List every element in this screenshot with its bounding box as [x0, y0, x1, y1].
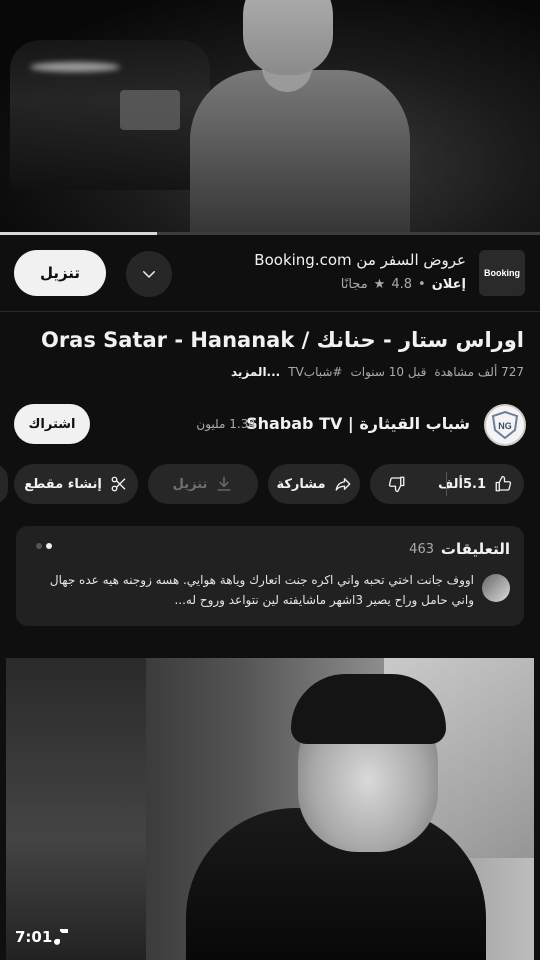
- chevron-down-icon: [143, 271, 155, 278]
- subscribe-button[interactable]: اشتراك: [14, 404, 90, 444]
- like-divider: [446, 472, 447, 496]
- scissors-icon: [111, 476, 126, 492]
- svg-text:NG: NG: [498, 421, 512, 431]
- view-count: 727 ألف مشاهدة: [434, 365, 524, 379]
- video-frame-window: [120, 90, 180, 130]
- carousel-dot-active: [46, 543, 52, 549]
- comments-count: 463: [409, 542, 434, 557]
- ad-meta: إعلان • 4.8 ★ مجانًا: [341, 277, 466, 292]
- ad-separator: •: [418, 277, 426, 292]
- ad-label: إعلان: [431, 277, 466, 292]
- status-bar-time: 7:01: [15, 928, 53, 946]
- video-frame-person: [190, 70, 410, 234]
- carousel-dots: [36, 543, 52, 549]
- expand-ad-button[interactable]: [126, 251, 172, 297]
- carousel-dot: [36, 543, 42, 549]
- upload-age: قبل 10 سنوات: [350, 365, 427, 379]
- star-icon: ★: [373, 277, 386, 292]
- thumbs-down-icon[interactable]: [388, 475, 406, 493]
- thumbnail-person-hair: [291, 674, 446, 744]
- video-frame-car: [10, 40, 210, 190]
- ad-rating: 4.8: [391, 277, 413, 292]
- ad-install-button[interactable]: تنزيل: [14, 250, 106, 296]
- commenter-avatar: [482, 574, 510, 602]
- next-video-thumbnail[interactable]: [6, 658, 534, 960]
- share-label: مشاركة: [276, 476, 326, 492]
- video-meta[interactable]: 727 ألف مشاهدة قبل 10 سنوات #شبابTV ...ا…: [231, 365, 524, 379]
- channel-row: NG شباب القيثارة | Shabab TV 1.34 مليون …: [0, 400, 540, 450]
- action-chips: 5.1ألف مشاركة تنزيل إنشاء مقطع: [0, 464, 540, 504]
- share-button[interactable]: مشاركة: [268, 464, 360, 504]
- hashtag-link[interactable]: #شبابTV: [288, 365, 342, 379]
- shield-logo-icon: NG: [491, 410, 519, 440]
- channel-avatar[interactable]: NG: [484, 404, 526, 446]
- subscriber-count: 1.34 مليون: [196, 417, 256, 431]
- video-progress-fill: [0, 232, 157, 235]
- video-progress-bar[interactable]: [0, 232, 540, 235]
- video-frame-head: [243, 0, 333, 75]
- thumbnail-background-left: [6, 658, 146, 960]
- like-dislike-chip[interactable]: 5.1ألف: [370, 464, 524, 504]
- channel-name[interactable]: شباب القيثارة | Shabab TV: [246, 414, 470, 433]
- download-icon: [217, 476, 232, 491]
- booking-logo: Booking: [479, 250, 525, 296]
- clip-label: إنشاء مقطع: [24, 476, 102, 492]
- download-label: تنزيل: [172, 476, 208, 492]
- ad-price: مجانًا: [340, 277, 368, 292]
- download-button[interactable]: تنزيل: [148, 464, 258, 504]
- ad-banner[interactable]: Booking عروض السفر من Booking.com إعلان …: [0, 236, 540, 312]
- more-link[interactable]: ...المزيد: [231, 365, 280, 379]
- music-note-icon: [54, 929, 68, 945]
- share-icon: [335, 478, 350, 491]
- create-clip-button[interactable]: إنشاء مقطع: [14, 464, 138, 504]
- top-comment-text: اووف جانت اختي تحبه واني اكره جنت اتعارك…: [49, 573, 474, 607]
- comments-section[interactable]: التعليقات 463 اووف جانت اختي تحبه واني ا…: [16, 526, 524, 626]
- thumbs-up-icon: [495, 475, 512, 492]
- video-frame-light: [30, 62, 120, 72]
- ad-title: عروض السفر من Booking.com: [254, 251, 466, 269]
- video-player[interactable]: [0, 0, 540, 234]
- more-actions-chip[interactable]: [0, 464, 8, 504]
- video-title[interactable]: اوراس ستار - حنانك / Oras Satar - Hanana…: [41, 328, 524, 352]
- comments-title: التعليقات: [440, 540, 510, 558]
